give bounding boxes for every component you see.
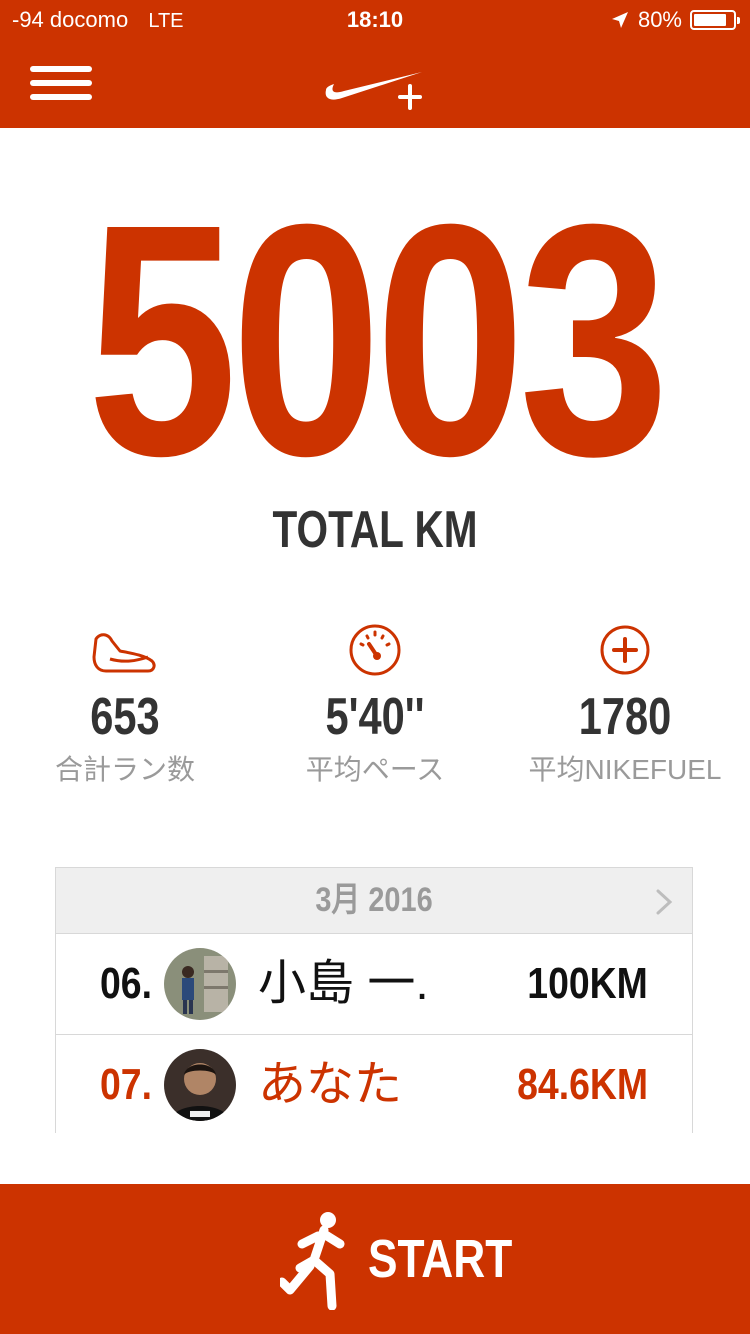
battery-icon	[690, 10, 740, 30]
shoe-icon	[0, 620, 250, 680]
leaderboard-month-header[interactable]: 3月 2016	[56, 868, 692, 934]
avatar	[164, 948, 236, 1020]
avatar	[164, 1049, 236, 1121]
total-runs-label: 合計ラン数	[54, 754, 195, 785]
runner-icon	[280, 1212, 345, 1310]
total-runs-value: 653	[90, 688, 160, 746]
hamburger-menu-icon[interactable]	[30, 66, 92, 104]
average-fuel-label: 平均NIKEFUEL	[528, 754, 722, 785]
total-km-value: 5003	[87, 155, 669, 524]
fuel-plus-icon	[500, 620, 750, 680]
speedometer-icon	[250, 620, 500, 680]
average-fuel-value: 1780	[578, 688, 672, 746]
leaderboard-row-me[interactable]: 07. あなた 84.6KM	[56, 1035, 692, 1135]
leaderboard-rank: 06.	[100, 959, 152, 1008]
total-km-label: TOTAL KM	[272, 501, 478, 559]
stat-average-pace: 5'40'' 平均ペース	[250, 620, 500, 788]
top-bar: -94 docomo LTE 18:10 80%	[0, 0, 750, 128]
stat-total-runs: 653 合計ラン数	[0, 620, 250, 788]
leaderboard-month: 3月 2016	[315, 881, 433, 919]
battery-percent: 80%	[637, 7, 682, 32]
leaderboard-row[interactable]: 06. 小島 一. 100KM	[56, 934, 692, 1035]
stat-average-fuel: 1780 平均NIKEFUEL	[500, 620, 750, 788]
leaderboard-distance: 100KM	[527, 959, 648, 1008]
start-button[interactable]: START	[0, 1184, 750, 1334]
leaderboard: 3月 2016 06. 小島 一. 100KM 07. あなた 84.6KM	[55, 867, 693, 1135]
leaderboard-name: 小島 一.	[258, 957, 429, 1010]
status-bar: -94 docomo LTE 18:10 80%	[0, 0, 750, 40]
average-pace-value: 5'40''	[325, 688, 425, 746]
location-arrow-icon	[611, 12, 628, 28]
start-button-label: START	[368, 1229, 513, 1289]
average-pace-label: 平均ペース	[305, 754, 445, 785]
leaderboard-name: あなた	[258, 1058, 403, 1111]
chevron-right-icon[interactable]	[654, 888, 674, 916]
leaderboard-distance: 84.6KM	[517, 1060, 648, 1109]
leaderboard-rank: 07.	[100, 1060, 152, 1109]
nike-plus-logo	[325, 72, 422, 110]
status-right: 80%	[610, 0, 740, 40]
